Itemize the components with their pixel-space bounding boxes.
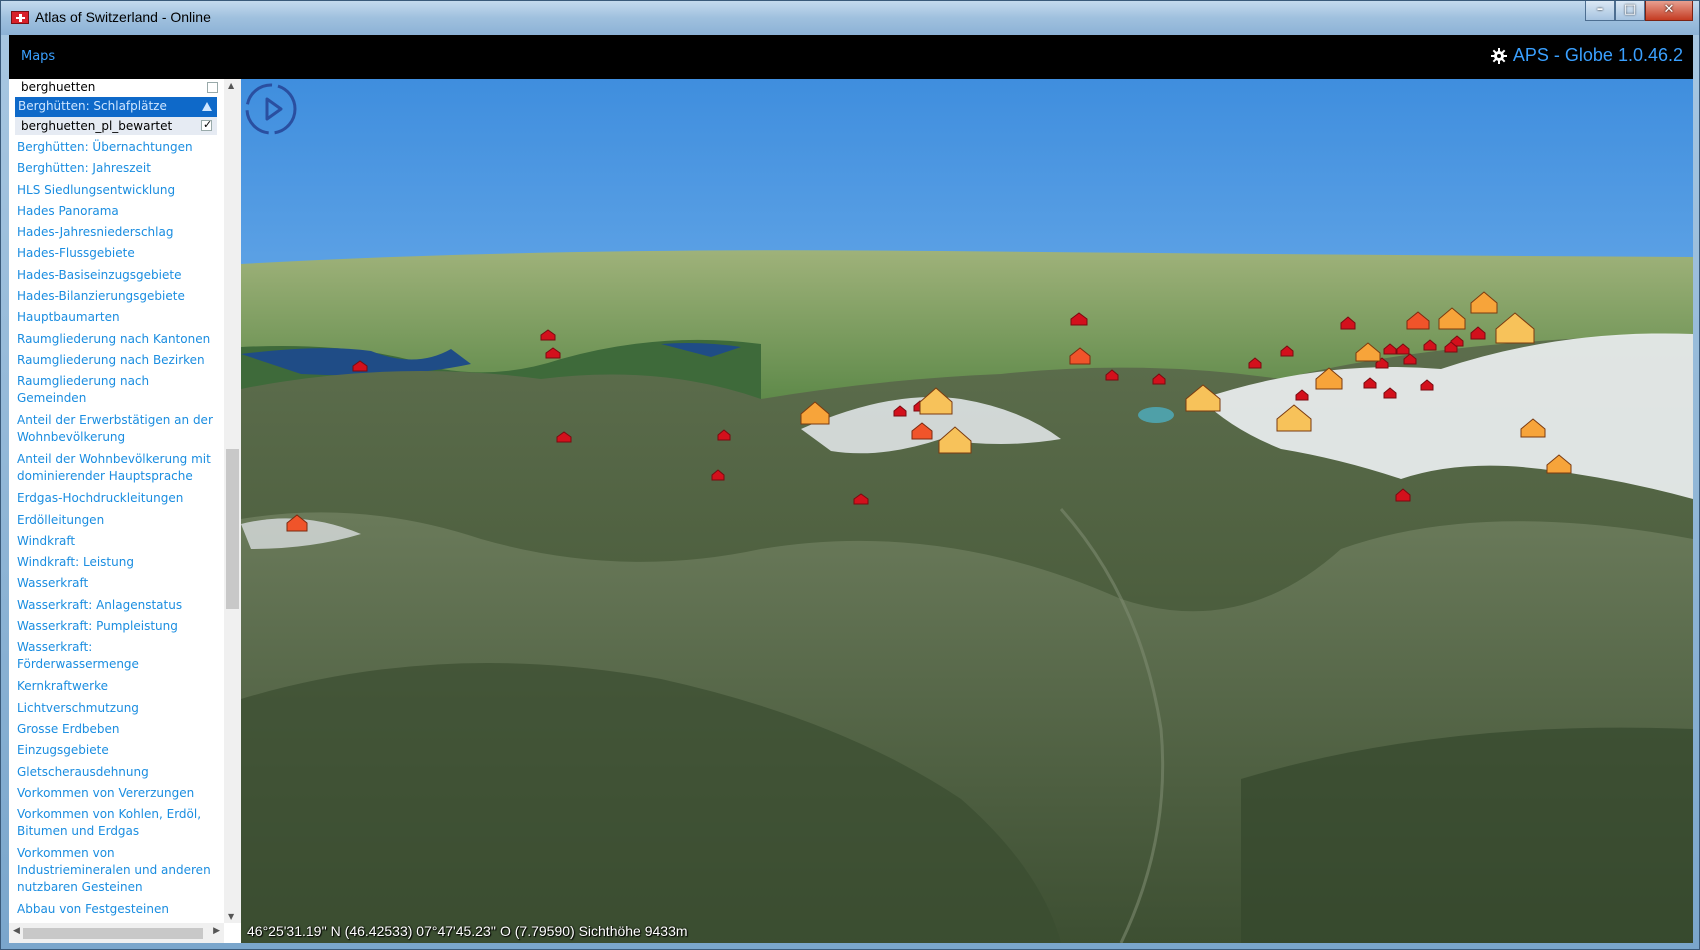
scroll-left-icon[interactable]: ◀: [13, 926, 20, 936]
layer-item[interactable]: Wasserkraft: Pumpleistung: [17, 616, 217, 637]
layer-item[interactable]: Erdgas-Hochdruckleitungen: [17, 488, 217, 509]
horizontal-scrollbar[interactable]: ◀ ▶: [9, 923, 224, 943]
close-button[interactable]: ✕: [1645, 1, 1693, 21]
vertical-scrollbar[interactable]: ▲ ▼: [224, 79, 241, 923]
layer-item[interactable]: Windkraft: Leistung: [17, 552, 217, 573]
layer-item-label: Berghütten: Schlafplätze: [18, 99, 167, 113]
window-title: Atlas of Switzerland - Online: [35, 9, 211, 25]
swiss-flag-icon: [11, 11, 29, 24]
layer-sidebar: berghuetten Berghütten: Schlafplätze ber…: [9, 79, 241, 943]
maximize-button[interactable]: □: [1615, 1, 1645, 21]
navigation-play-icon[interactable]: [241, 79, 301, 139]
app-version-label: APS - Globe 1.0.46.2: [1512, 45, 1683, 65]
sublayer-item[interactable]: berghuetten_pl_bewartet: [15, 117, 217, 135]
scroll-up-icon[interactable]: ▲: [228, 81, 234, 90]
layer-item[interactable]: Anteil der Wohnbevölkerung mit dominiere…: [17, 449, 217, 488]
title-bar[interactable]: Atlas of Switzerland - Online – □ ✕: [1, 1, 1699, 35]
toolbar: Maps APS - Globe 1.0.46.2: [9, 35, 1693, 79]
layer-item[interactable]: Berghütten: Übernachtungen: [17, 137, 217, 158]
layer-item[interactable]: Raumgliederung nach Bezirken: [17, 350, 217, 371]
minimize-button[interactable]: –: [1585, 1, 1615, 21]
layer-item[interactable]: Hades-Jahresniederschlag: [17, 222, 217, 243]
app-window: Atlas of Switzerland - Online – □ ✕ Maps…: [0, 0, 1700, 950]
layer-item[interactable]: Kernkraftwerke: [17, 676, 217, 697]
layer-item[interactable]: Gletscherausdehnung: [17, 762, 217, 783]
layer-items: Berghütten: Übernachtungen Berghütten: J…: [17, 137, 217, 920]
layer-item[interactable]: Hades Panorama: [17, 201, 217, 222]
gear-icon: [1490, 47, 1507, 64]
maps-menu[interactable]: Maps: [21, 49, 55, 64]
layer-list: berghuetten Berghütten: Schlafplätze ber…: [9, 79, 224, 923]
window-controls: – □ ✕: [1585, 1, 1693, 23]
layer-item[interactable]: Hauptbaumarten: [17, 307, 217, 328]
close-icon: ✕: [1663, 2, 1675, 17]
layer-item[interactable]: Raumgliederung nach Kantonen: [17, 329, 217, 350]
layer-item[interactable]: Wasserkraft: [17, 573, 217, 594]
layer-item-selected[interactable]: Berghütten: Schlafplätze: [15, 97, 217, 117]
collapse-triangle-icon[interactable]: [202, 102, 212, 111]
layer-item[interactable]: Hades-Flussgebiete: [17, 243, 217, 264]
layer-item[interactable]: Hades-Bilanzierungsgebiete: [17, 286, 217, 307]
layer-item[interactable]: Einzugsgebiete: [17, 740, 217, 761]
maximize-icon: □: [1623, 2, 1637, 17]
layer-item[interactable]: Lichtverschmutzung: [17, 698, 217, 719]
terrain-scene: [241, 79, 1693, 943]
scroll-right-icon[interactable]: ▶: [213, 926, 220, 936]
sublayer-checkbox[interactable]: [201, 118, 212, 131]
mountain-lake: [1138, 407, 1174, 423]
layer-item[interactable]: Grosse Erdbeben: [17, 719, 217, 740]
search-checkbox[interactable]: [207, 82, 218, 93]
settings-version-button[interactable]: APS - Globe 1.0.46.2: [1490, 45, 1683, 66]
layer-item[interactable]: Vorkommen von Industriemineralen und and…: [17, 843, 217, 899]
layer-item[interactable]: Erdölleitungen: [17, 510, 217, 531]
coordinate-status: 46°25'31.19'' N (46.42533) 07°47'45.23''…: [247, 923, 688, 939]
horizontal-scroll-thumb[interactable]: [23, 928, 203, 939]
scroll-down-icon[interactable]: ▼: [228, 912, 234, 921]
layer-item[interactable]: Berghütten: Jahreszeit: [17, 158, 217, 179]
layer-item[interactable]: Windkraft: [17, 531, 217, 552]
layer-item[interactable]: Anteil der Erwerbstätigen an der Wohnbev…: [17, 410, 217, 449]
layer-item[interactable]: HLS Siedlungsentwicklung: [17, 180, 217, 201]
minimize-icon: –: [1596, 2, 1604, 17]
layer-item[interactable]: Vorkommen von Kohlen, Erdöl, Bitumen und…: [17, 804, 217, 843]
vertical-scroll-thumb[interactable]: [226, 449, 239, 609]
layer-item[interactable]: Raumgliederung nach Gemeinden: [17, 371, 217, 410]
layer-item[interactable]: Vorkommen von Vererzungen: [17, 783, 217, 804]
layer-item[interactable]: Hades-Basiseinzugsgebiete: [17, 265, 217, 286]
layer-item[interactable]: Wasserkraft: Förderwassermenge: [17, 637, 217, 676]
layer-item[interactable]: Wasserkraft: Anlagenstatus: [17, 595, 217, 616]
sublayer-label: berghuetten_pl_bewartet: [21, 119, 173, 133]
layer-item[interactable]: Abbau von Festgesteinen: [17, 899, 217, 920]
globe-view[interactable]: 46°25'31.19'' N (46.42533) 07°47'45.23''…: [241, 79, 1693, 943]
search-input[interactable]: berghuetten: [21, 80, 95, 94]
search-row[interactable]: berghuetten: [13, 79, 221, 97]
